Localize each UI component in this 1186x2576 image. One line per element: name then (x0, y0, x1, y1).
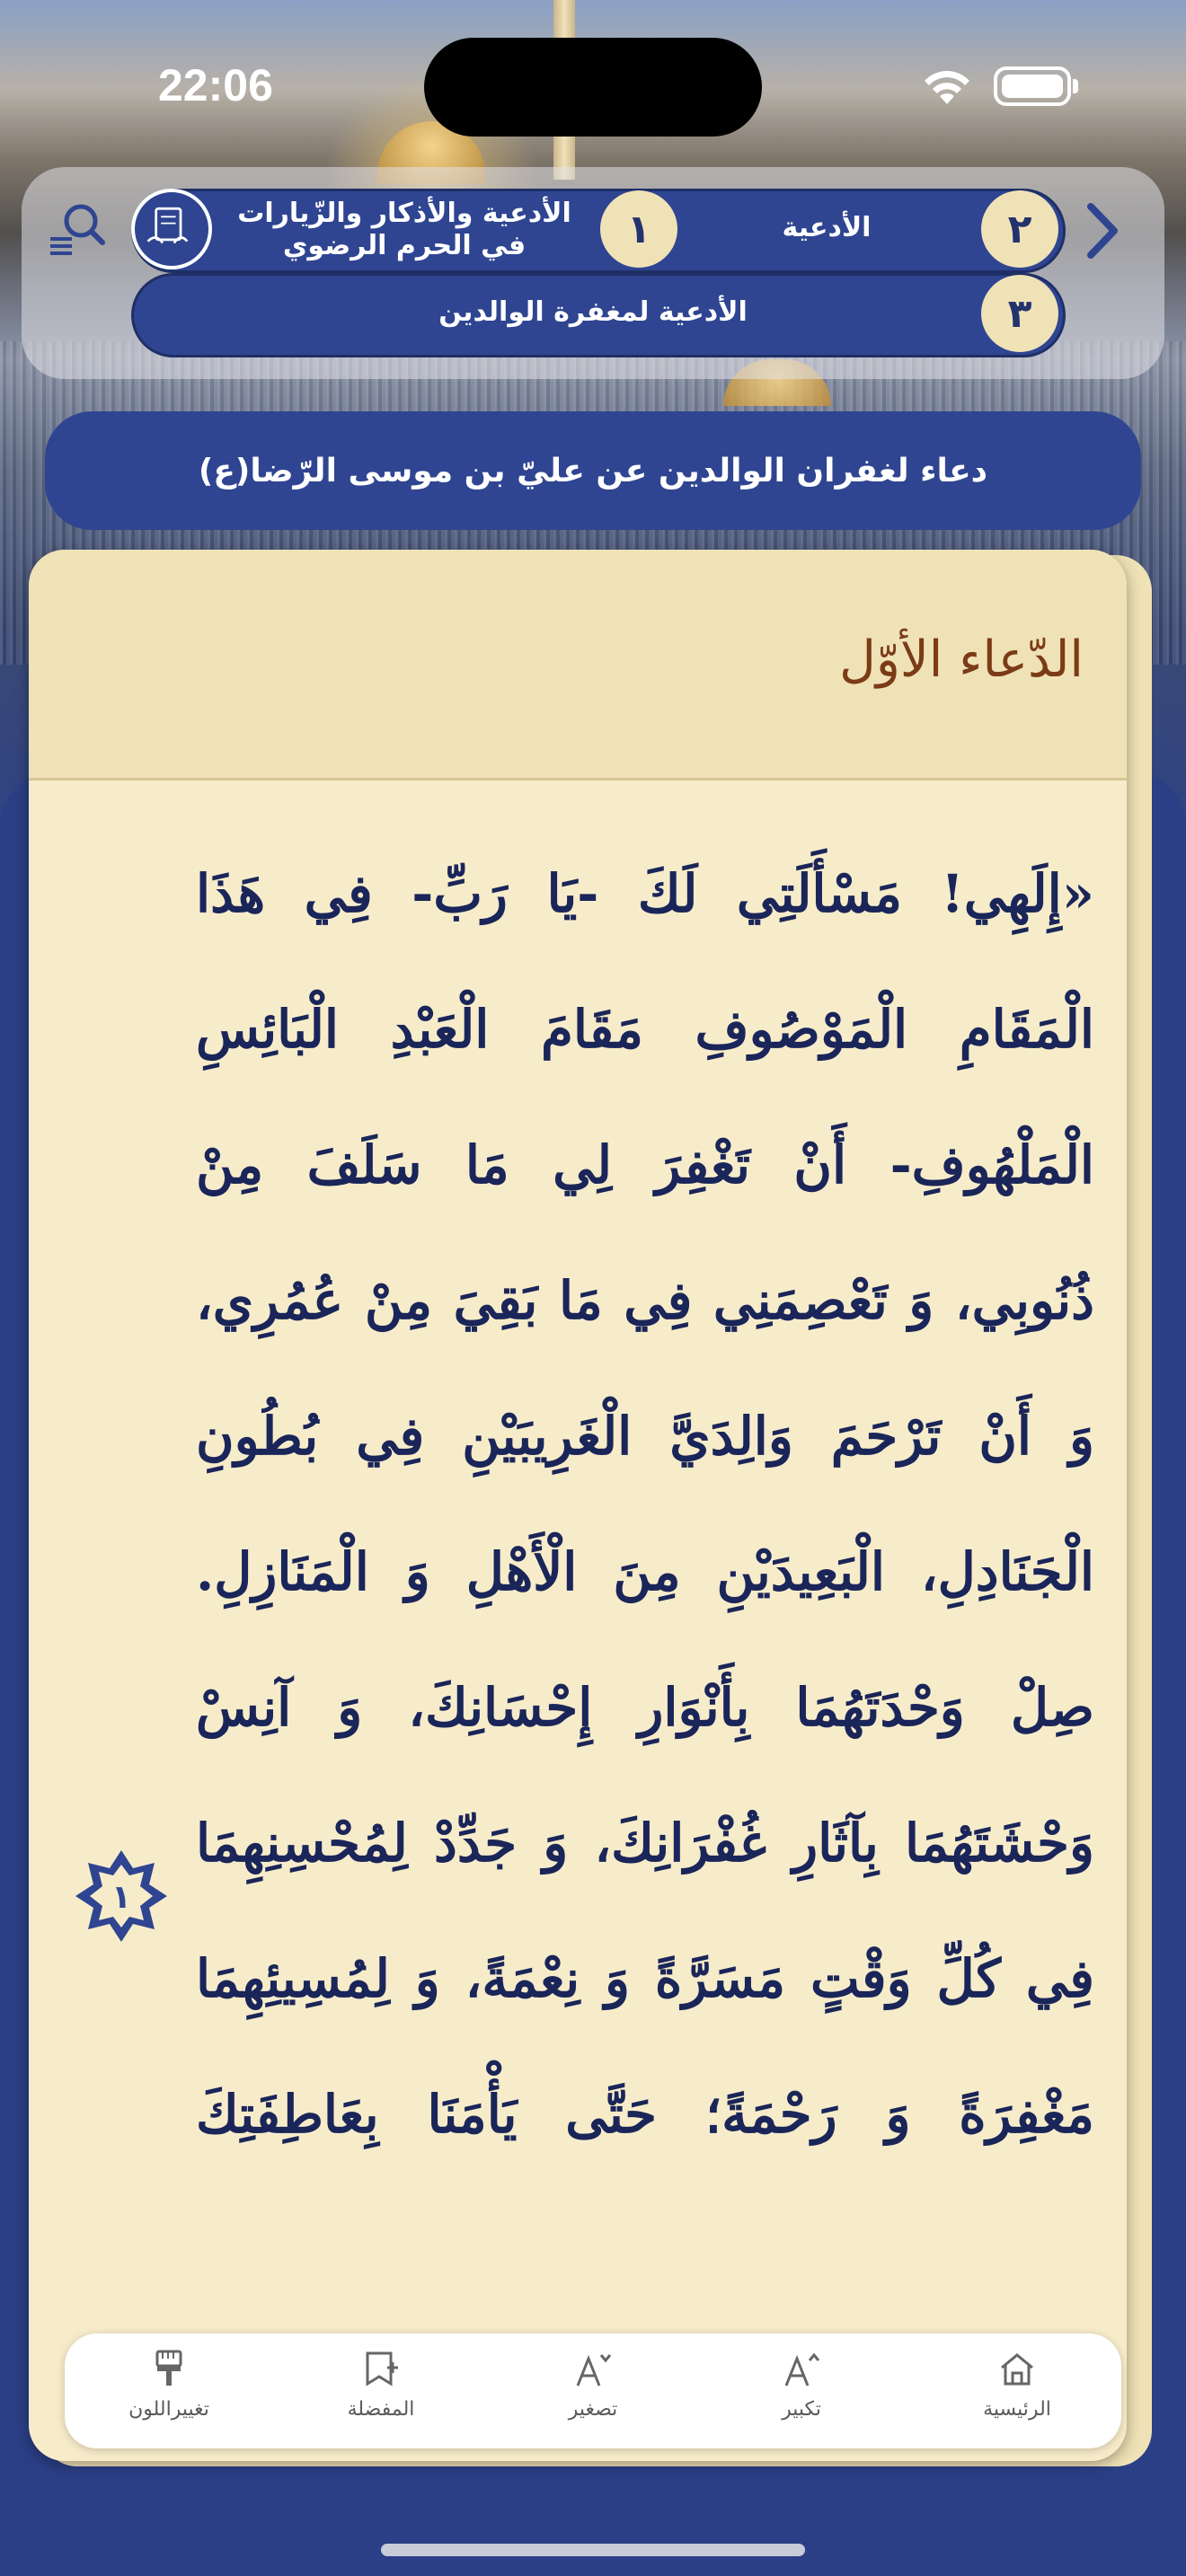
bottom-toolbar: الرئيسية تكبير تصغير المفضلة تغييراللون (65, 2333, 1121, 2448)
dynamic-island (424, 38, 762, 137)
card-title: الدّعاء الأوّل (839, 631, 1084, 689)
verse-number-star-icon: ١ (75, 1850, 167, 1942)
change-color-button[interactable]: تغييراللون (88, 2348, 250, 2438)
breadcrumb-level-2-label[interactable]: الأدعية (701, 212, 952, 244)
zoom-out-label: تصغير (568, 2398, 618, 2421)
chevron-right-icon[interactable] (1076, 199, 1130, 262)
verse-number: ١ (111, 1879, 131, 1916)
change-color-label: تغييراللون (128, 2398, 209, 2421)
prayer-subtitle-banner: دعاء لغفران الوالدين عن عليّ بن موسى الر… (45, 411, 1141, 530)
battery-icon (994, 66, 1078, 106)
home-label: الرئيسية (983, 2398, 1051, 2421)
wifi-icon (925, 71, 969, 104)
home-indicator (381, 2544, 805, 2556)
breadcrumb-level-1-number: ١ (600, 190, 677, 268)
prayer-card: الدّعاء الأوّل «إِلَهِي! مَسْأَلَتِي لَك… (29, 550, 1127, 2461)
breadcrumb-level-3-number: ٣ (981, 275, 1058, 352)
book-hands-icon (131, 189, 212, 269)
bookmark-add-icon (366, 2351, 398, 2386)
paint-brush-icon (155, 2350, 182, 2386)
prayer-text: «إِلَهِي! مَسْأَلَتِي لَكَ -يَا رَبِّ- ف… (196, 863, 1094, 2145)
home-button[interactable]: الرئيسية (936, 2348, 1098, 2438)
card-header: الدّعاء الأوّل (29, 550, 1127, 781)
zoom-out-button[interactable]: تصغير (512, 2348, 674, 2438)
breadcrumb-level-3-label[interactable]: الأدعية لمغفرة الوالدين (270, 296, 916, 329)
favorite-label: المفضلة (347, 2398, 415, 2421)
breadcrumb-level-1-label[interactable]: الأدعية والأذكار والزّيارات في الحرم الر… (216, 198, 593, 262)
font-increase-icon (784, 2352, 820, 2386)
breadcrumb-level-2-number: ٢ (981, 190, 1058, 268)
search-icon[interactable] (45, 199, 108, 262)
home-icon (1001, 2353, 1033, 2386)
zoom-in-label: تكبير (782, 2398, 821, 2421)
favorite-button[interactable]: المفضلة (300, 2348, 462, 2438)
status-time: 22:06 (158, 60, 273, 110)
zoom-in-button[interactable]: تكبير (721, 2348, 882, 2438)
font-decrease-icon (576, 2354, 612, 2386)
